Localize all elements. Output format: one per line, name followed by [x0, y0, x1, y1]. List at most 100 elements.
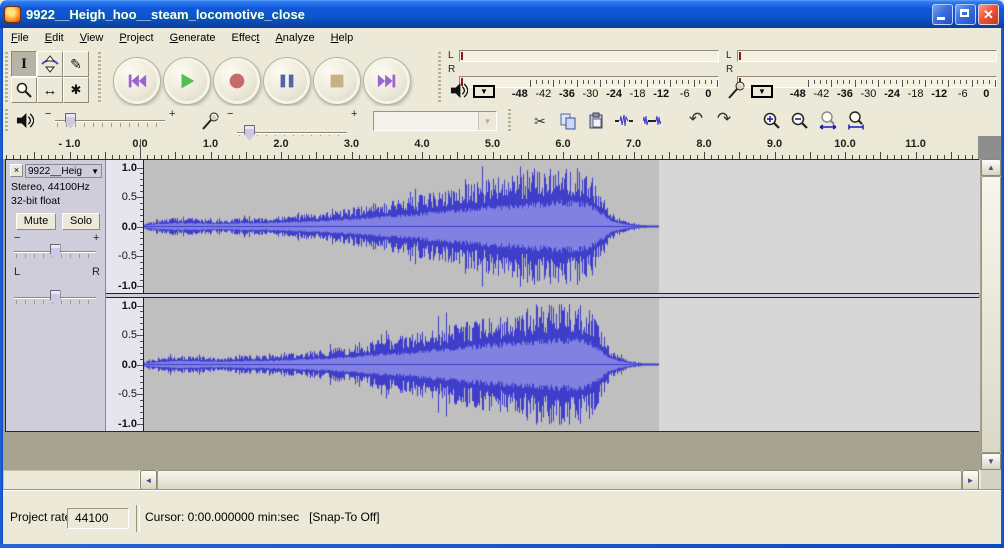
- pause-button[interactable]: [263, 57, 311, 105]
- draw-tool-button[interactable]: ✎: [63, 51, 89, 77]
- redo-button[interactable]: ↷: [712, 107, 736, 131]
- envelope-tool-button[interactable]: [37, 51, 63, 77]
- project-rate-value[interactable]: 44100: [67, 508, 129, 529]
- gain-slider-thumb[interactable]: [50, 244, 61, 260]
- output-volume-thumb[interactable]: [65, 113, 76, 129]
- meter-tick: [826, 80, 827, 84]
- meter-scale-value: -42: [810, 88, 834, 100]
- minimize-button[interactable]: [932, 4, 953, 25]
- menu-edit[interactable]: Edit: [37, 28, 72, 48]
- track-title-menu[interactable]: 9922__Heig ▼: [25, 164, 102, 178]
- skip-to-end-button[interactable]: [363, 57, 411, 105]
- trim-outside-selection-button[interactable]: [612, 109, 636, 133]
- track-close-button[interactable]: ×: [10, 164, 23, 177]
- input-meter-left-bar: [737, 50, 997, 62]
- ruler-label: 11.0: [905, 138, 926, 150]
- toolbar-grip[interactable]: [98, 52, 101, 102]
- menu-file[interactable]: File: [3, 28, 37, 48]
- menu-view[interactable]: View: [72, 28, 112, 48]
- vscroll-thumb[interactable]: [981, 176, 1001, 453]
- play-icon: [176, 70, 198, 92]
- meter-tick: [705, 80, 706, 84]
- meter-scale-ticks: [808, 80, 996, 87]
- vruler-label: -0.5: [118, 250, 137, 262]
- record-button[interactable]: [213, 57, 261, 105]
- hscroll-track[interactable]: [157, 470, 962, 490]
- meter-scale-value: -36: [833, 88, 857, 100]
- redo-icon: ↷: [717, 109, 731, 129]
- skip-to-start-button[interactable]: [113, 57, 161, 105]
- scroll-right-icon: ►: [967, 476, 975, 485]
- vertical-ruler-right-channel[interactable]: 1.00.50.0-0.5-1.0: [106, 298, 143, 431]
- menu-analyze[interactable]: Analyze: [267, 28, 322, 48]
- vertical-scrollbar[interactable]: ▲ ▼: [981, 159, 1001, 470]
- pan-slider[interactable]: [14, 292, 96, 304]
- multi-tool-button[interactable]: ✱: [63, 77, 89, 103]
- vscroll-track[interactable]: [981, 176, 1001, 453]
- waveform-right-channel[interactable]: [143, 298, 980, 431]
- pan-slider-thumb[interactable]: [50, 290, 61, 306]
- scroll-right-button[interactable]: ►: [962, 470, 979, 490]
- output-meter[interactable]: L R ▼ -48-42-36-30-24-18-12-60: [446, 49, 722, 105]
- fit-selection-button[interactable]: [816, 109, 840, 133]
- cut-button[interactable]: ✂: [528, 109, 552, 133]
- stop-button[interactable]: [313, 57, 361, 105]
- meter-scale-value: -18: [904, 88, 928, 100]
- menu-effect[interactable]: Effect: [224, 28, 268, 48]
- gain-slider[interactable]: [14, 246, 96, 258]
- menu-project[interactable]: Project: [111, 28, 161, 48]
- copy-button[interactable]: [556, 109, 580, 133]
- titlebar[interactable]: 9922__Heigh_hoo__steam_locomotive_close: [0, 0, 1004, 28]
- output-meter-scale: -48-42-36-30-24-18-12-60: [508, 88, 720, 100]
- timeshift-tool-button[interactable]: ↔: [37, 77, 63, 103]
- input-meter[interactable]: L R ▼ -48-42-36-30-24-18-12-60: [724, 49, 1000, 105]
- close-button[interactable]: [978, 4, 999, 25]
- scroll-down-button[interactable]: ▼: [981, 453, 1001, 470]
- meter-scale-value: -30: [857, 88, 881, 100]
- timeline-ruler[interactable]: - 1.00.01.02.03.04.05.06.07.08.09.010.01…: [3, 136, 978, 160]
- mute-button[interactable]: Mute: [16, 213, 56, 230]
- maximize-button[interactable]: [955, 4, 976, 25]
- silence-selection-button[interactable]: [640, 109, 664, 133]
- vertical-ruler-left-channel[interactable]: 1.00.50.0-0.5-1.0: [106, 160, 143, 293]
- undo-icon: ↶: [689, 109, 703, 129]
- zoom-out-button[interactable]: [788, 109, 812, 133]
- menu-help[interactable]: Help: [323, 28, 362, 48]
- meter-tick: [717, 80, 718, 87]
- input-source-select[interactable]: ▼: [373, 111, 497, 131]
- zoom-in-button[interactable]: [760, 109, 784, 133]
- meter-tick: [872, 80, 873, 84]
- selection-tool-button[interactable]: I: [11, 51, 37, 77]
- output-slider-min: −: [45, 108, 51, 120]
- menu-generate[interactable]: Generate: [162, 28, 224, 48]
- vruler-label: -0.5: [118, 388, 137, 400]
- output-volume-slider[interactable]: [55, 115, 165, 127]
- meter-tick: [913, 80, 914, 84]
- toolbar-grip[interactable]: [438, 52, 441, 102]
- scroll-left-button[interactable]: ◄: [140, 470, 157, 490]
- fit-project-button[interactable]: [844, 109, 868, 133]
- meter-tick: [565, 80, 566, 84]
- toolbar-grip[interactable]: [5, 109, 8, 133]
- ruler-tick: [634, 152, 635, 159]
- ruler-tick: [704, 152, 705, 159]
- paste-button[interactable]: [584, 109, 608, 133]
- zoom-tool-button[interactable]: [11, 77, 37, 103]
- play-button[interactable]: [163, 57, 211, 105]
- undo-button[interactable]: ↶: [684, 107, 708, 131]
- vruler-label: -1.0: [118, 280, 137, 292]
- output-meter-dropdown[interactable]: ▼: [473, 85, 495, 98]
- scroll-up-button[interactable]: ▲: [981, 159, 1001, 176]
- solo-button[interactable]: Solo: [62, 213, 100, 230]
- meter-tick: [808, 80, 809, 87]
- input-meter-dropdown[interactable]: ▼: [751, 85, 773, 98]
- waveform-left-channel[interactable]: [143, 160, 980, 293]
- hscroll-thumb[interactable]: [157, 470, 962, 490]
- ruler-label: 4.0: [414, 138, 429, 150]
- ruler-label: 2.0: [273, 138, 288, 150]
- ruler-tick: [457, 152, 458, 159]
- meter-tick: [542, 80, 543, 84]
- toolbar-grip[interactable]: [508, 109, 511, 133]
- toolbar-grip[interactable]: [5, 52, 8, 102]
- pan-left-label: L: [14, 266, 20, 278]
